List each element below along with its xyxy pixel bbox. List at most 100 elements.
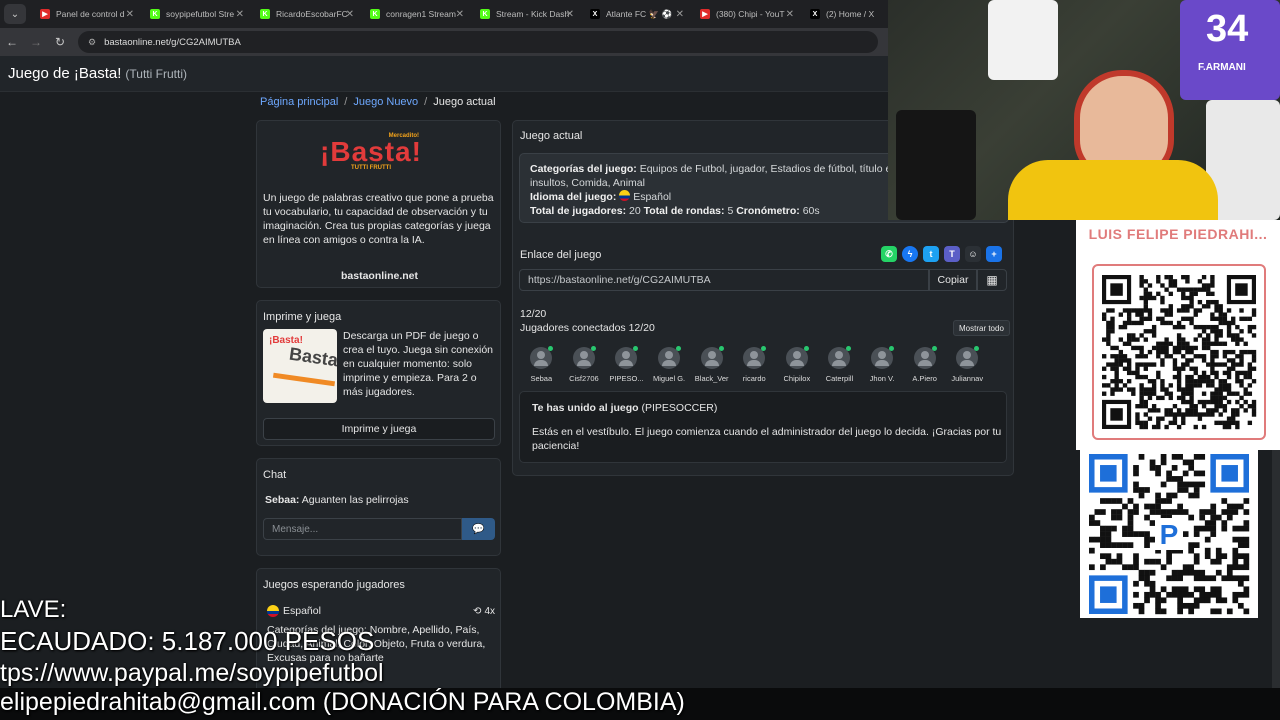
joined-title: Te has unido al juego	[532, 402, 639, 414]
chat-send-button[interactable]: 💬	[462, 518, 495, 540]
teams-icon[interactable]: T	[944, 246, 960, 262]
overlay-paypal-line: tps://www.paypal.me/soypipefutbol	[0, 659, 384, 687]
tab-search-chevron-icon[interactable]: ⌄	[4, 4, 26, 24]
tab-favicon-icon: K	[260, 9, 270, 19]
messenger-icon[interactable]: ϟ	[902, 246, 918, 262]
site-info-icon[interactable]: ⚙	[88, 37, 96, 48]
snapchat-icon[interactable]: ☺	[965, 246, 981, 262]
paypal-qr-code: P	[1089, 454, 1250, 615]
site-subtitle: (Tutti Frutti)	[125, 66, 187, 81]
tab-close-icon[interactable]: ✕	[346, 9, 354, 20]
player-item[interactable]: A.Piero	[903, 346, 946, 383]
player-item[interactable]: Chipilox	[776, 346, 819, 383]
player-item[interactable]: Black_Ver	[690, 346, 733, 383]
tab-close-icon[interactable]: ✕	[566, 9, 574, 20]
webcam-overlay: 34 F.ARMANI	[888, 0, 1280, 220]
back-arrow-icon[interactable]: ←	[0, 35, 24, 49]
online-status-dot	[548, 346, 554, 351]
jersey-name: F.ARMANI	[1198, 62, 1246, 73]
tab-close-icon[interactable]: ✕	[126, 9, 134, 20]
tab-close-icon[interactable]: ✕	[676, 9, 684, 20]
browser-tab[interactable]: Ksoypipefutbol Stre ✕	[142, 0, 252, 28]
online-status-dot	[931, 346, 937, 351]
player-name: Black_Ver	[694, 374, 729, 383]
tab-favicon-icon: ▶	[40, 9, 50, 19]
browser-tab[interactable]: Kconragen1 Stream ✕	[362, 0, 472, 28]
player-avatar-icon	[615, 346, 639, 369]
overlay-key-line: LAVE:	[0, 596, 67, 623]
tab-favicon-icon: K	[150, 9, 160, 19]
jersey-graphic	[988, 0, 1058, 80]
chat-bubble-icon: 💬	[472, 523, 485, 535]
tab-close-icon[interactable]: ✕	[786, 9, 794, 20]
breadcrumb-new-game-link[interactable]: Juego Nuevo	[353, 96, 418, 108]
player-item[interactable]: ricardo	[733, 346, 776, 383]
reload-icon[interactable]: ↻	[48, 35, 72, 49]
player-item[interactable]: PIPESO...	[605, 346, 648, 383]
address-bar[interactable]: ⚙ bastaonline.net/g/CG2AIMUTBA	[78, 31, 878, 53]
tab-title: conragen1 Stream	[386, 9, 456, 19]
tab-title: RicardoEscobarFC	[276, 9, 348, 19]
player-avatar-icon	[743, 346, 767, 369]
player-name: Juliannav	[951, 374, 984, 383]
joined-message-box: Te has unido al juego (PIPESOCCER) Estás…	[519, 391, 1007, 463]
tab-title: Atlante FC 🦅 ⚽	[606, 8, 673, 19]
player-item[interactable]: Cisf2706	[563, 346, 606, 383]
donation-qr-panel: LUIS FELIPE PIEDRAHI...	[1076, 220, 1280, 450]
timer-value: 60s	[802, 205, 820, 217]
tab-favicon-icon: K	[480, 9, 490, 19]
lobby-message: Estás en el vestíbulo. El juego comienza…	[532, 426, 1002, 452]
show-all-button[interactable]: Mostrar todo	[953, 320, 1010, 336]
print-thumbnail[interactable]: ¡Basta! Basta	[263, 329, 337, 403]
language-label: Idioma del juego:	[530, 191, 617, 203]
player-avatar-icon	[785, 346, 809, 369]
breadcrumb-separator: /	[424, 96, 428, 108]
player-item[interactable]: Sebaa	[520, 346, 563, 383]
joined-username: (PIPESOCCER)	[641, 402, 718, 414]
breadcrumb-separator: /	[344, 96, 348, 108]
online-status-dot	[590, 346, 596, 351]
waiting-game-count: ⟲ 4x	[473, 606, 495, 617]
whatsapp-icon[interactable]: ✆	[881, 246, 897, 262]
player-item[interactable]: Jhon V.	[861, 346, 904, 383]
scrollbar[interactable]	[1272, 450, 1280, 690]
chat-message-input[interactable]: Mensaje...	[263, 518, 462, 540]
player-item[interactable]: Miguel G.	[648, 346, 691, 383]
more-share-plus-icon[interactable]: +	[986, 246, 1002, 262]
tab-favicon-icon: ▶	[700, 9, 710, 19]
paypal-qr-panel: P	[1080, 450, 1258, 618]
categories-label: Categorías del juego:	[530, 163, 637, 175]
tab-close-icon[interactable]: ✕	[456, 9, 464, 20]
players-value: 20	[629, 205, 641, 217]
copy-link-button[interactable]: Copiar	[929, 269, 977, 291]
print-and-play-button[interactable]: Imprime y juega	[263, 418, 495, 440]
player-name: Sebaa	[530, 374, 553, 383]
colombia-flag-icon	[619, 190, 631, 201]
online-status-dot	[718, 346, 724, 351]
browser-tab[interactable]: K Stream - Kick Dash ✕	[472, 0, 582, 28]
forward-arrow-icon[interactable]: →	[24, 35, 48, 49]
browser-tab[interactable]: X Atlante FC 🦅 ⚽ ✕	[582, 0, 692, 28]
qr-code-icon[interactable]: ▦	[977, 269, 1007, 291]
online-status-dot	[761, 346, 767, 351]
players-label: Total de jugadores:	[530, 205, 627, 217]
twitter-icon[interactable]: t	[923, 246, 939, 262]
overlay-email-line: elipepiedrahitab@gmail.com (DONACIÓN PAR…	[0, 688, 685, 716]
timer-label: Cronómetro:	[736, 205, 800, 217]
player-item[interactable]: Caterpill	[818, 346, 861, 383]
chat-message-user: Sebaa:	[265, 494, 300, 506]
player-avatar-icon	[530, 346, 554, 369]
address-bar-url: bastaonline.net/g/CG2AIMUTBA	[104, 36, 241, 48]
site-title[interactable]: Juego de ¡Basta!	[8, 65, 121, 82]
player-name: Cisf2706	[569, 374, 599, 383]
breadcrumb-home-link[interactable]: Página principal	[260, 96, 338, 108]
connected-players-label: Jugadores conectados 12/20	[520, 322, 655, 334]
player-item[interactable]: Juliannav	[946, 346, 989, 383]
browser-tab[interactable]: K RicardoEscobarFC ✕	[252, 0, 362, 28]
browser-tab[interactable]: ▶ (380) Chipi - YouT ✕	[692, 0, 802, 28]
player-avatar-icon	[572, 346, 596, 369]
game-link-field[interactable]: https://bastaonline.net/g/CG2AIMUTBA	[519, 269, 929, 291]
browser-tab[interactable]: ▶ Panel de control d ✕	[32, 0, 142, 28]
tab-close-icon[interactable]: ✕	[236, 9, 244, 20]
game-link-label: Enlace del juego	[520, 249, 602, 261]
